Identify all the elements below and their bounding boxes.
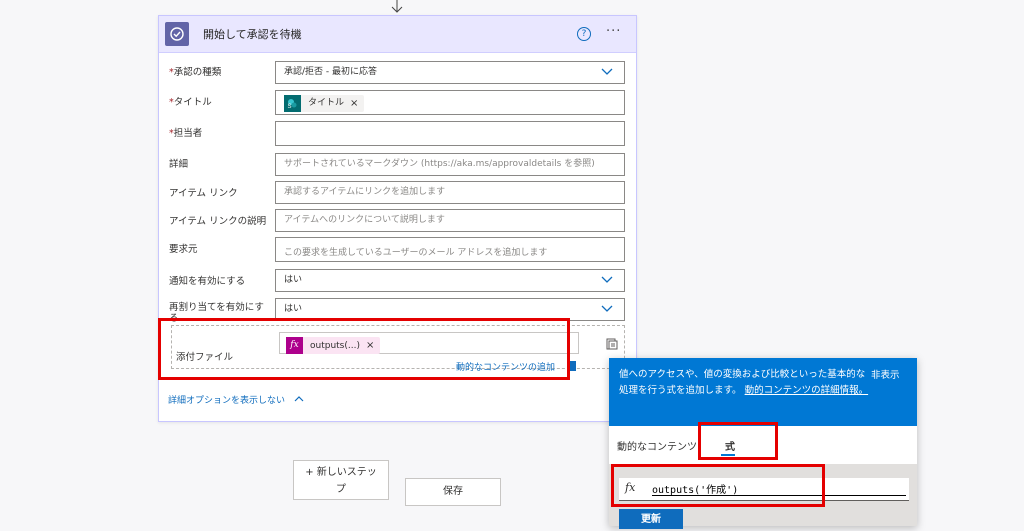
item-link-placeholder: 承認するアイテムにリンクを追加します — [284, 187, 446, 197]
highlight-expression-input — [611, 464, 825, 507]
title-label: *タイトル — [169, 94, 212, 108]
save-button[interactable]: 保存 — [405, 478, 501, 506]
card-title: 開始して承認を待機 — [203, 28, 302, 41]
chevron-up-icon — [294, 396, 304, 402]
hide-advanced-options-text: 詳細オプションを表示しない — [168, 396, 286, 406]
popup-info-banner: 値へのアクセスや、値の変換および比較といった基本的な処理を行う式を追加します。 … — [609, 358, 917, 426]
remove-token-icon[interactable]: × — [350, 93, 358, 114]
approval-type-label: *承認の種類 — [169, 64, 221, 78]
item-link-description-label: アイテム リンクの説明 — [169, 216, 267, 227]
chevron-down-icon — [601, 305, 613, 312]
assigned-to-label-text: 担当者 — [173, 128, 203, 139]
details-input[interactable]: サポートされているマークダウン (https://aka.ms/approval… — [275, 153, 625, 176]
hide-popup-button[interactable]: 非表示 — [871, 367, 900, 381]
highlight-expression-tab — [698, 422, 778, 460]
popup-description: 値へのアクセスや、値の変換および比較といった基本的な処理を行う式を追加します。 … — [619, 367, 869, 399]
requestor-placeholder: この要求を生成しているユーザーのメール アドレスを追加します — [284, 248, 548, 258]
title-token[interactable]: S タイトル × — [284, 93, 365, 114]
item-link-description-input[interactable]: アイテムへのリンクについて説明します — [275, 209, 625, 232]
assigned-to-label: *担当者 — [169, 125, 202, 139]
enable-notifications-label: 通知を有効にする — [169, 276, 246, 287]
hide-advanced-options-link[interactable]: 詳細オプションを表示しない — [168, 393, 304, 406]
approval-type-select[interactable]: 承認/拒否 - 最初に応答 — [275, 61, 625, 84]
item-link-input[interactable]: 承認するアイテムにリンクを追加します — [275, 181, 625, 204]
sharepoint-icon: S — [284, 95, 301, 112]
update-button[interactable]: 更新 — [619, 509, 683, 529]
highlight-attachments — [158, 318, 570, 380]
card-header[interactable]: 開始して承認を待機 ? ··· — [159, 16, 636, 53]
new-step-button[interactable]: + 新しいステッ プ — [293, 460, 389, 500]
title-label-text: タイトル — [173, 97, 212, 108]
approval-type-value: 承認/拒否 - 最初に応答 — [284, 67, 378, 77]
title-token-label: タイトル — [308, 98, 345, 108]
requestor-input[interactable]: この要求を生成しているユーザーのメール アドレスを追加します — [275, 237, 625, 262]
approval-type-label-text: 承認の種類 — [173, 67, 222, 78]
details-label: 詳細 — [169, 159, 189, 170]
tab-dynamic-content[interactable]: 動的なコンテンツ — [617, 438, 697, 453]
item-link-description-placeholder: アイテムへのリンクについて説明します — [284, 215, 445, 225]
requestor-label: 要求元 — [169, 244, 198, 255]
new-step-label-line1: + 新しいステッ — [305, 467, 377, 478]
assigned-to-input[interactable] — [275, 121, 625, 146]
connector-arrow-icon — [391, 0, 403, 13]
enable-notifications-value: はい — [284, 275, 303, 285]
enable-reassignment-value: はい — [284, 304, 303, 314]
help-icon[interactable]: ? — [577, 27, 591, 41]
svg-text:S: S — [288, 104, 292, 110]
chevron-down-icon — [601, 276, 613, 283]
learn-more-link[interactable]: 動的コンテンツの詳細情報。 — [745, 385, 869, 396]
more-options-icon[interactable]: ··· — [606, 24, 621, 39]
details-placeholder: サポートされているマークダウン (https://aka.ms/approval… — [284, 159, 595, 169]
item-link-label: アイテム リンク — [169, 188, 238, 199]
array-switch-icon[interactable] — [605, 337, 619, 351]
chevron-down-icon — [601, 68, 613, 75]
enable-notifications-select[interactable]: はい — [275, 269, 625, 292]
title-field[interactable]: S タイトル × — [275, 90, 625, 115]
approvals-icon — [165, 22, 189, 46]
enable-reassignment-label-line1: 再割り当てを有効にす — [169, 302, 264, 313]
new-step-label-line2: プ — [336, 484, 346, 495]
